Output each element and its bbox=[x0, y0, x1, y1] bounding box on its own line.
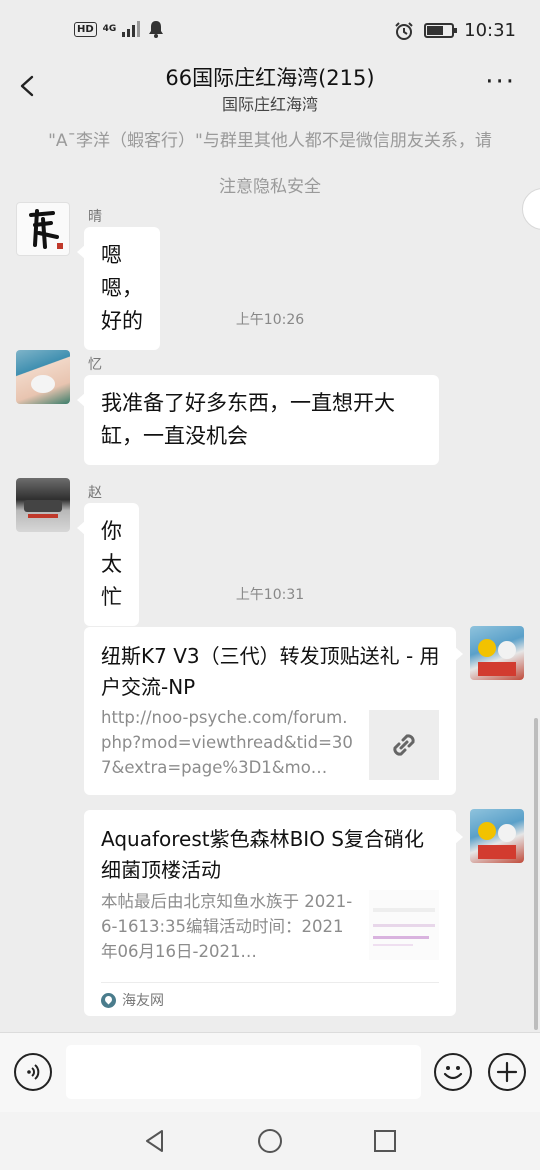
emoji-icon bbox=[443, 1066, 463, 1080]
person-mask-avatar-icon bbox=[31, 375, 55, 393]
chat-header: 66国际庄红海湾(215) 国际庄红海湾 ··· bbox=[0, 62, 540, 116]
scrollbar[interactable] bbox=[534, 718, 538, 1030]
car-avatar-icon bbox=[24, 500, 62, 518]
voice-button[interactable] bbox=[14, 1053, 52, 1091]
side-pull-tab[interactable] bbox=[522, 188, 540, 230]
card-thumbnail bbox=[369, 890, 439, 960]
signal-icon bbox=[122, 21, 141, 37]
add-more-button[interactable] bbox=[488, 1053, 526, 1091]
notification-bell-icon bbox=[149, 21, 164, 38]
my-avatar[interactable] bbox=[470, 809, 524, 863]
article-thumbnail-icon bbox=[373, 908, 435, 946]
more-options-button[interactable]: ··· bbox=[485, 69, 516, 95]
card-title: 纽斯K7 V3（三代）转发顶贴送礼 - 用户交流-NP bbox=[101, 644, 440, 699]
nav-recents-button[interactable] bbox=[370, 1126, 400, 1156]
card-description: 本帖最后由北京知鱼水族于 2021-6-1613:35编辑活动时间：2021年0… bbox=[101, 892, 353, 961]
emoji-button[interactable] bbox=[434, 1053, 472, 1091]
helmet-avatar-icon bbox=[478, 822, 516, 859]
message-bubble[interactable]: 你太忙 bbox=[77, 503, 139, 626]
source-logo-icon bbox=[101, 992, 116, 1008]
card-divider bbox=[101, 982, 439, 983]
nav-back-button[interactable] bbox=[140, 1126, 170, 1156]
message-bubble[interactable]: 我准备了好多东西，一直想开大缸，一直没机会 bbox=[77, 375, 439, 465]
status-bar: HD 4G 10:31 bbox=[0, 0, 540, 62]
status-left: HD 4G bbox=[74, 20, 164, 38]
link-card[interactable]: Aquaforest紫色森林BIO S复合硝化细菌顶楼活动 本帖最后由北京知鱼水… bbox=[84, 810, 463, 1016]
system-nav-bar bbox=[0, 1112, 540, 1170]
status-time: 10:31 bbox=[464, 20, 516, 41]
card-title: Aquaforest紫色森林BIO S复合硝化细菌顶楼活动 bbox=[101, 827, 424, 882]
card-source: 海友网 bbox=[101, 990, 164, 1010]
link-icon bbox=[393, 734, 415, 756]
hd-badge: HD bbox=[74, 21, 97, 37]
nav-home-button[interactable] bbox=[255, 1126, 285, 1156]
battery-icon bbox=[424, 23, 458, 38]
message-input[interactable] bbox=[66, 1045, 421, 1099]
chat-subtitle: 国际庄红海湾 bbox=[221, 95, 318, 114]
plus-icon bbox=[496, 1061, 518, 1083]
my-avatar[interactable] bbox=[470, 626, 524, 680]
privacy-notice: "A¯李洋（蝦客行）"与群里其他人都不是微信朋友关系，请注意隐私安全 bbox=[48, 131, 492, 197]
link-card[interactable]: 纽斯K7 V3（三代）转发顶贴送礼 - 用户交流-NP http://noo-p… bbox=[84, 627, 463, 795]
helmet-avatar-icon bbox=[478, 639, 516, 676]
card-description: http://noo-psyche.com/forum.php?mod=view… bbox=[101, 708, 353, 777]
voice-icon bbox=[27, 1064, 40, 1080]
timestamp: 上午10:31 bbox=[235, 587, 305, 603]
source-name: 海友网 bbox=[122, 993, 164, 1009]
avatar[interactable] bbox=[16, 350, 70, 404]
network-label: 4G bbox=[102, 23, 117, 34]
circle-home-icon bbox=[258, 1129, 282, 1153]
chat-title: 66国际庄红海湾(215) bbox=[165, 66, 375, 90]
card-thumbnail bbox=[369, 710, 439, 780]
square-recents-icon bbox=[374, 1130, 396, 1152]
avatar[interactable] bbox=[16, 202, 70, 256]
calligraphy-avatar-icon bbox=[29, 209, 63, 249]
triangle-back-icon bbox=[146, 1130, 163, 1152]
timestamp: 上午10:26 bbox=[235, 312, 305, 328]
avatar[interactable] bbox=[16, 478, 70, 532]
message-bubble[interactable]: 嗯嗯，好的 bbox=[77, 227, 160, 350]
sender-name: 赵 bbox=[88, 485, 102, 501]
alarm-icon bbox=[395, 21, 413, 40]
input-bar bbox=[0, 1032, 540, 1112]
status-right: 10:31 bbox=[394, 20, 516, 41]
